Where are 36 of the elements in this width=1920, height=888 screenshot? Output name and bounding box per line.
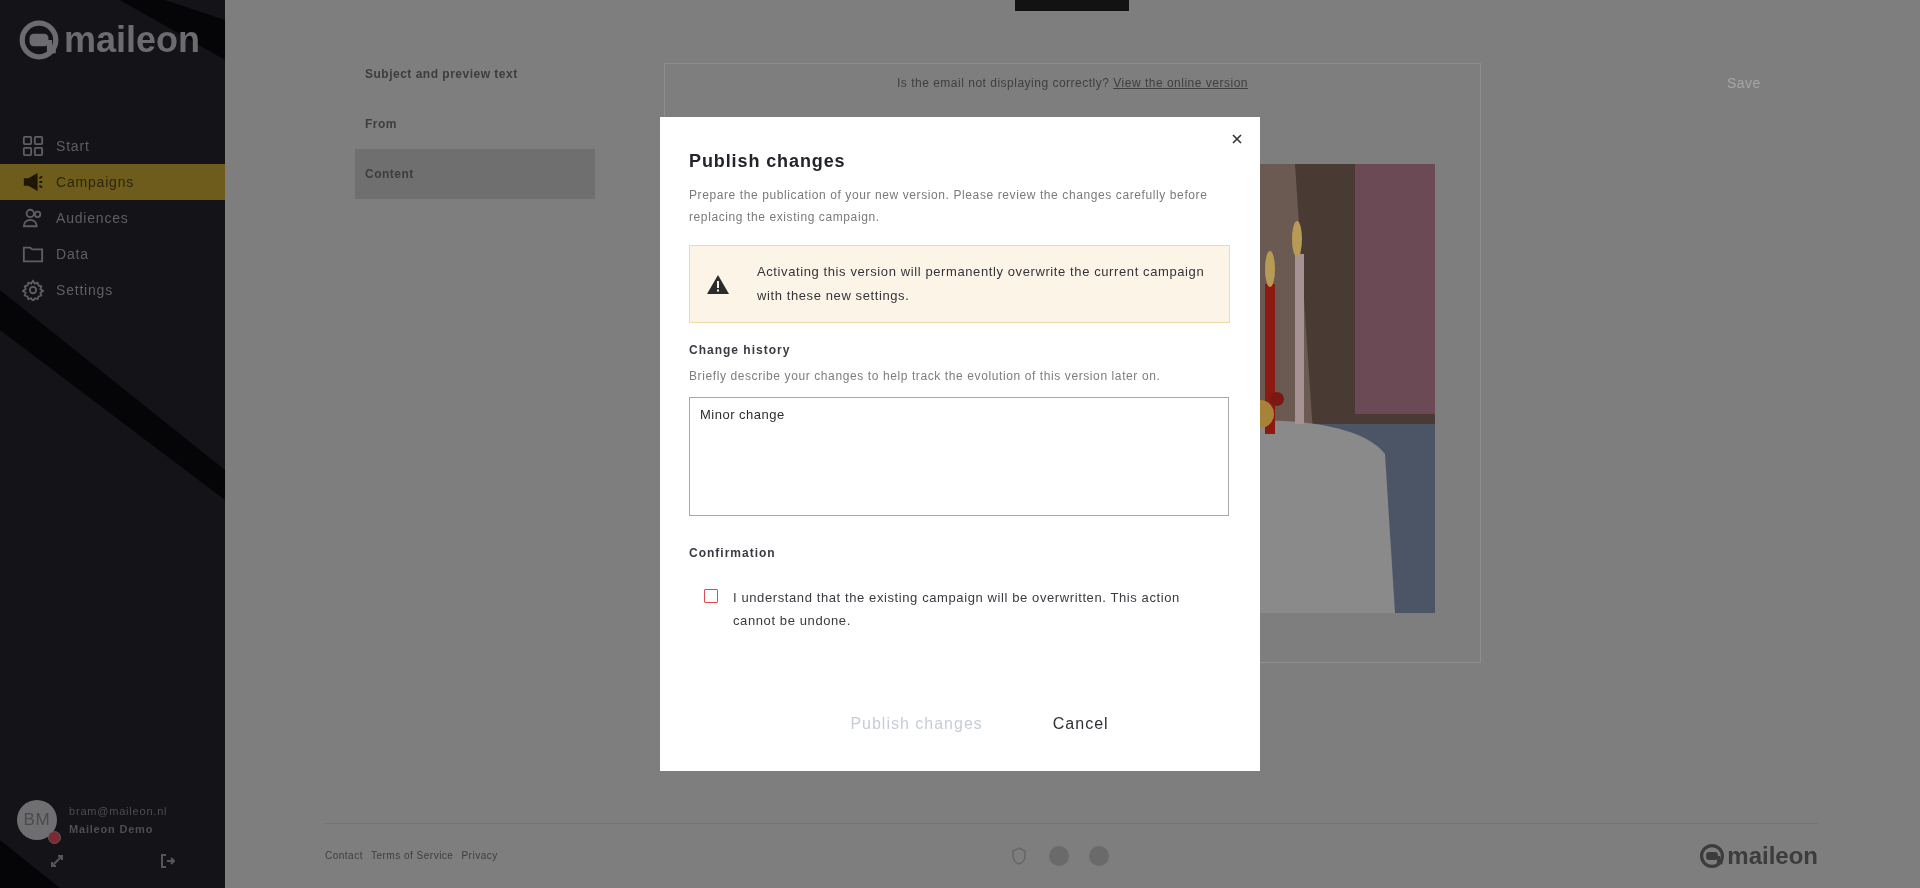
section-label: Change history [689,343,792,357]
dialog-description: Prepare the publication of your new version. Please review the changes carefully before replacing the existing campaign. [689,187,1209,226]
change-history-field[interactable]: Minor change [689,397,1229,516]
nav-item[interactable]: Settings [0,272,225,308]
expand-icon[interactable] [50,854,64,868]
field-hint: Briefly describe your changes to help track the evolution of this version later on. [689,369,1162,383]
megaphone-icon [22,171,44,193]
warning-text: Activating this version will permanently overwrite the current campaign with these new settings. [757,263,1206,305]
user-email: bram@maileon.nl [69,805,168,817]
section-tab[interactable]: Subject and preview text [355,48,595,99]
dialog-title: Publish changes [689,151,847,172]
nav-item[interactable]: Audiences [0,200,225,236]
section-label: Confirmation [689,546,777,560]
confirm-checkbox[interactable] [704,589,718,603]
grid-icon [22,135,44,157]
logo-icon [18,19,60,61]
nav-item[interactable]: Campaigns [0,164,225,200]
online-version-link[interactable]: View the online version [1113,75,1248,90]
logo-text: maileon [1727,841,1818,870]
footer-link[interactable]: Terms of Service [370,850,454,862]
account-name: Maileon Demo [69,823,155,835]
logo-icon [1699,842,1726,869]
footer-link[interactable]: Privacy [461,850,498,862]
cancel-button[interactable]: Cancel [1052,711,1109,737]
gear-icon [22,279,44,301]
people-icon [22,207,44,229]
logo-text: maileon [64,19,201,61]
section-tab[interactable]: From [355,98,595,149]
preview-notice: Is the email not displaying correctly? View the online version [896,75,1249,90]
footer-link[interactable]: Contact [325,850,363,862]
checkbox-label: I understand that the existing campaign will be overwritten. This action cannot be undone. [733,589,1181,630]
close-icon [1232,134,1242,144]
nav-item[interactable]: Start [0,128,225,164]
logout-icon[interactable] [161,854,175,868]
warning-icon [707,274,729,294]
nav-item[interactable]: Data [0,236,225,272]
